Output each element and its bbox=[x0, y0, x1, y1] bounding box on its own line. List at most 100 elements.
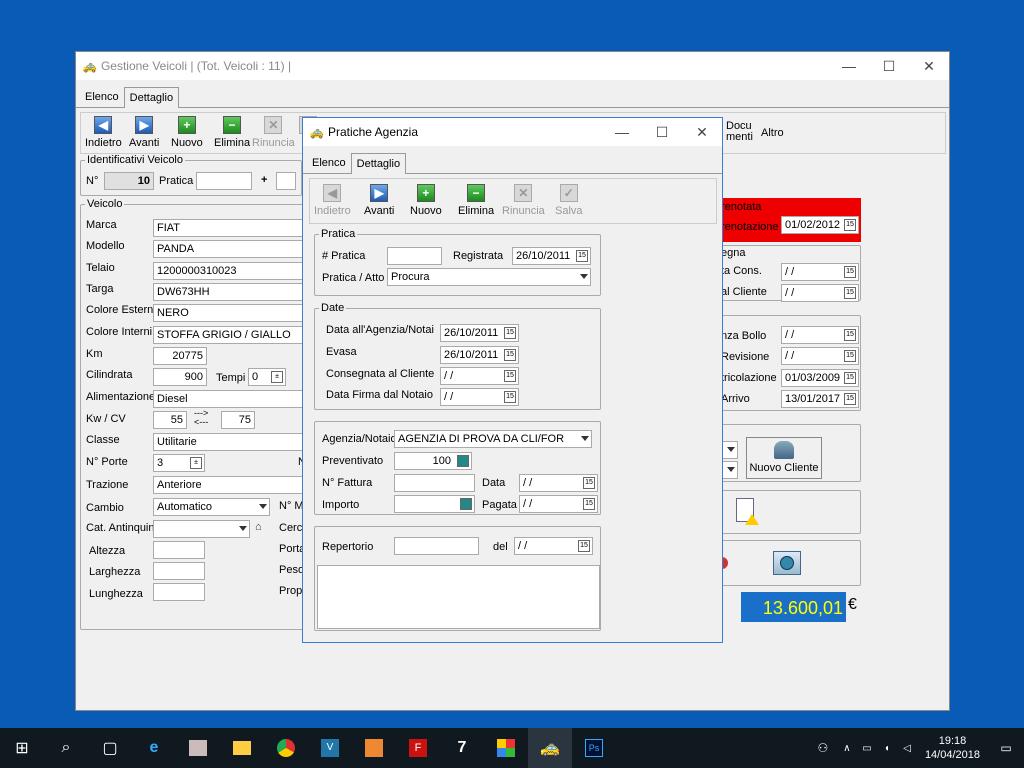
cv-field[interactable]: 75 bbox=[221, 411, 255, 429]
chevron-down-icon[interactable] bbox=[259, 504, 267, 509]
importo-field[interactable] bbox=[394, 495, 475, 513]
calendar-icon[interactable]: 15 bbox=[504, 327, 516, 339]
network-icon[interactable]: ◖ bbox=[877, 728, 897, 768]
chevron-up-icon[interactable]: ∧ bbox=[837, 728, 857, 768]
classe-field[interactable]: Utilitarie bbox=[153, 433, 305, 451]
rinuncia-button[interactable]: ✕ Rinuncia bbox=[252, 116, 295, 149]
immatricolazione-date[interactable]: 01/03/2009 15 bbox=[781, 369, 859, 387]
clock[interactable]: 19:18 14/04/2018 bbox=[917, 734, 988, 762]
photoshop-icon[interactable]: Ps bbox=[572, 728, 616, 768]
calendar-icon[interactable]: 15 bbox=[578, 540, 590, 552]
revisione-date[interactable]: / /15 bbox=[781, 347, 859, 365]
minimize-button[interactable]: — bbox=[829, 52, 869, 80]
telaio-field[interactable]: 1200000310023 bbox=[153, 262, 305, 280]
kw-field[interactable]: 55 bbox=[153, 411, 187, 429]
calendar-icon[interactable]: 15 bbox=[844, 350, 856, 362]
km-field[interactable]: 20775 bbox=[153, 347, 207, 365]
pagata-date[interactable]: / /15 bbox=[519, 495, 598, 513]
nuovo-cliente-button[interactable]: Nuovo Cliente bbox=[746, 437, 822, 479]
binoculars-icon[interactable]: ⌂ bbox=[255, 521, 262, 533]
calendar-icon[interactable]: 15 bbox=[844, 266, 856, 278]
pratica-suffix-field[interactable] bbox=[276, 172, 296, 190]
altro-button[interactable]: Altro bbox=[761, 127, 784, 139]
arrivo-date[interactable]: 13/01/2017 15 bbox=[781, 390, 859, 408]
dialog-maximize-button[interactable]: ☐ bbox=[642, 118, 682, 146]
fattura-field[interactable] bbox=[394, 474, 475, 492]
calendar-icon[interactable]: 15 bbox=[504, 349, 516, 361]
prenotazione-date[interactable]: 01/02/2012 15 bbox=[781, 216, 859, 234]
chevron-down-icon[interactable] bbox=[580, 274, 588, 279]
stepper-icon[interactable]: ± bbox=[271, 371, 283, 383]
app-icon-2[interactable] bbox=[484, 728, 528, 768]
marca-field[interactable]: FIAT bbox=[153, 219, 305, 237]
7zip-icon[interactable]: 7 bbox=[440, 728, 484, 768]
registrata-date[interactable]: 26/10/2011 15 bbox=[512, 247, 591, 265]
tempi-stepper[interactable]: 0 ± bbox=[248, 368, 286, 386]
chevron-down-icon[interactable] bbox=[581, 436, 589, 441]
targa-field[interactable]: DW673HH bbox=[153, 283, 305, 301]
colore-esterni-field[interactable]: NERO bbox=[153, 304, 305, 322]
pratica-atto-select[interactable]: Procura bbox=[387, 268, 591, 286]
tab-dettaglio[interactable]: Dettaglio bbox=[123, 87, 180, 108]
cliente-select-1[interactable] bbox=[721, 441, 738, 459]
dialog-salva-button[interactable]: ✓ Salva bbox=[555, 184, 583, 217]
al-cliente-date[interactable]: / /15 bbox=[781, 284, 859, 302]
data-agenzia-date[interactable]: 26/10/2011 15 bbox=[440, 324, 519, 342]
altezza-field[interactable] bbox=[153, 541, 205, 559]
del-date[interactable]: / /15 bbox=[514, 537, 593, 555]
battery-icon[interactable]: ▭ bbox=[857, 728, 877, 768]
media-icon[interactable] bbox=[352, 728, 396, 768]
preventivato-field[interactable]: 100 bbox=[394, 452, 472, 470]
calendar-icon[interactable]: 15 bbox=[844, 219, 856, 231]
data-cons-date[interactable]: / /15 bbox=[781, 263, 859, 281]
start-button[interactable]: ⊞ bbox=[0, 728, 44, 768]
task-view-icon[interactable]: ▢ bbox=[88, 728, 132, 768]
people-icon[interactable]: ⚇ bbox=[809, 728, 837, 768]
lunghezza-field[interactable] bbox=[153, 583, 205, 601]
cat-antinquin-select[interactable] bbox=[153, 520, 250, 538]
notification-icon[interactable]: ▭ bbox=[988, 728, 1024, 768]
cambio-select[interactable]: Automatico bbox=[153, 498, 270, 516]
globe-icon[interactable] bbox=[773, 551, 801, 575]
tab-elenco[interactable]: Elenco bbox=[80, 87, 124, 107]
nuovo-button[interactable]: + Nuovo bbox=[171, 116, 203, 149]
cilindrata-field[interactable]: 900 bbox=[153, 368, 207, 386]
calendar-icon[interactable]: 15 bbox=[583, 477, 595, 489]
calculator-icon[interactable] bbox=[460, 498, 472, 510]
chrome-icon[interactable] bbox=[264, 728, 308, 768]
main-titlebar[interactable]: 🚕 Gestione Veicoli | (Tot. Veicoli : 11)… bbox=[76, 52, 949, 80]
pratica-field[interactable] bbox=[196, 172, 252, 190]
edge-icon[interactable]: e bbox=[132, 728, 176, 768]
bollo-date[interactable]: / /15 bbox=[781, 326, 859, 344]
dialog-indietro-button[interactable]: ◀ Indietro bbox=[314, 184, 351, 217]
stepper-icon[interactable]: ± bbox=[190, 457, 202, 469]
dialog-rinuncia-button[interactable]: ✕ Rinuncia bbox=[502, 184, 545, 217]
documenti-button[interactable]: Docu menti bbox=[726, 121, 753, 143]
note-textarea[interactable] bbox=[317, 565, 600, 629]
dialog-avanti-button[interactable]: ▶ Avanti bbox=[364, 184, 394, 217]
search-icon[interactable]: ⌕ bbox=[44, 728, 88, 768]
calendar-icon[interactable]: 15 bbox=[504, 391, 516, 403]
calendar-icon[interactable]: 15 bbox=[844, 393, 856, 405]
alimentazione-field[interactable]: Diesel bbox=[153, 390, 305, 408]
filezilla-icon[interactable]: F bbox=[396, 728, 440, 768]
calendar-icon[interactable]: 15 bbox=[844, 329, 856, 341]
volume-icon[interactable]: ◁ bbox=[897, 728, 917, 768]
colore-interni-field[interactable]: STOFFA GRIGIO / GIALLO bbox=[153, 326, 305, 344]
car-app-icon[interactable]: 🚕 bbox=[528, 728, 572, 768]
modello-field[interactable]: PANDA bbox=[153, 240, 305, 258]
folder-icon[interactable] bbox=[220, 728, 264, 768]
dialog-elimina-button[interactable]: − Elimina bbox=[458, 184, 494, 217]
nporte-stepper[interactable]: 3 ± bbox=[153, 454, 205, 472]
indietro-button[interactable]: ◀ Indietro bbox=[85, 116, 122, 149]
document-warning-icon[interactable] bbox=[736, 498, 759, 525]
dialog-minimize-button[interactable]: — bbox=[602, 118, 642, 146]
dialog-nuovo-button[interactable]: + Nuovo bbox=[410, 184, 442, 217]
evasa-date[interactable]: 26/10/2011 15 bbox=[440, 346, 519, 364]
dialog-tab-elenco[interactable]: Elenco bbox=[307, 153, 351, 173]
consegnata-date[interactable]: / /15 bbox=[440, 367, 519, 385]
elimina-button[interactable]: − Elimina bbox=[214, 116, 250, 149]
num-pratica-field[interactable] bbox=[387, 247, 442, 265]
chevron-down-icon[interactable] bbox=[239, 526, 247, 531]
agenzia-notaio-select[interactable]: AGENZIA DI PROVA DA CLI/FOR bbox=[394, 430, 592, 448]
